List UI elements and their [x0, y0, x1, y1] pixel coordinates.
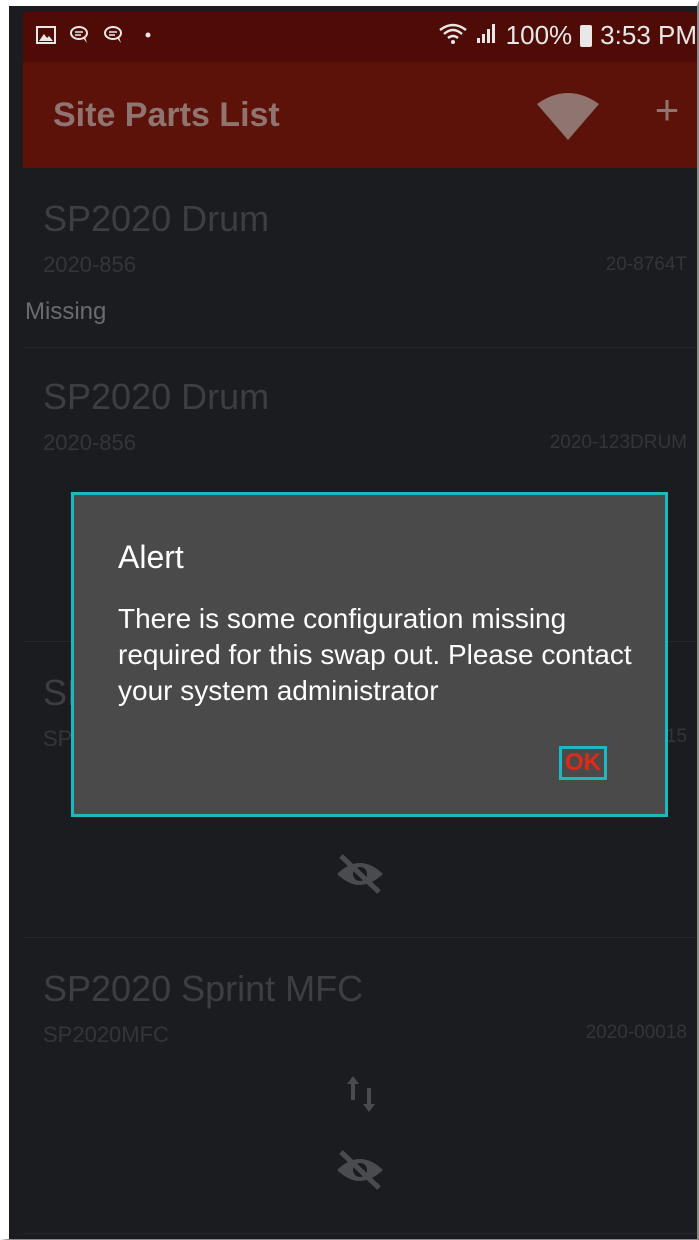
app-bar: Site Parts List + [23, 62, 697, 168]
wifi-signal-icon [438, 20, 468, 51]
battery-percent: 100% [505, 20, 573, 50]
hide-visibility-icon[interactable] [335, 1148, 385, 1197]
device-screen: 100% 3:53 PM Site Parts List + SP2020 Dr… [23, 12, 697, 1239]
wifi-status-button[interactable] [535, 90, 601, 144]
page-title: Site Parts List [53, 96, 280, 134]
ok-button[interactable]: OK [559, 746, 607, 780]
cell-signal-icon [476, 20, 498, 51]
part-name: SP2020 Drum [43, 198, 270, 239]
dialog-title: Alert [118, 539, 184, 575]
status-bar: 100% 3:53 PM [23, 12, 697, 62]
part-serial: 15 [665, 726, 687, 747]
status-bar-system: 100% 3:53 PM [438, 20, 697, 51]
part-code: 2020-856 [43, 252, 136, 277]
clock: 3:53 PM [600, 20, 697, 50]
dialog-message: There is some configuration missing requ… [118, 603, 632, 706]
status-bar-notifications [35, 24, 159, 46]
wifi-icon [537, 93, 599, 140]
chat-notification-icon [103, 24, 125, 46]
battery-icon [580, 24, 593, 47]
part-serial: 2020-123DRUM [549, 432, 687, 453]
swap-out-icon[interactable] [345, 1072, 377, 1121]
part-serial: 2020-00018 [585, 1022, 687, 1043]
add-part-button[interactable]: + [647, 89, 687, 131]
screen-frame: 100% 3:53 PM Site Parts List + SP2020 Dr… [0, 0, 699, 1240]
part-code: 2020-856 [43, 430, 136, 455]
part-name: SP2020 Drum [43, 376, 270, 417]
list-item[interactable]: SP2020 Sprint MFC SP2020MFC 2020-00018 [23, 938, 697, 1234]
hide-visibility-icon[interactable] [335, 852, 385, 901]
list-item[interactable]: SP2020 Drum 2020-856 20-8764T Missing [23, 168, 697, 348]
part-status: Missing [25, 298, 107, 325]
part-serial: 20-8764T [605, 254, 687, 275]
more-notifications-dot-icon [137, 24, 159, 46]
image-notification-icon [35, 24, 57, 46]
part-code: SP [43, 726, 73, 751]
alert-dialog: Alert There is some configuration missin… [71, 492, 668, 817]
chat-notification-icon [69, 24, 91, 46]
part-code: SP2020MFC [43, 1022, 169, 1047]
part-name: SP2020 Sprint MFC [43, 968, 364, 1009]
